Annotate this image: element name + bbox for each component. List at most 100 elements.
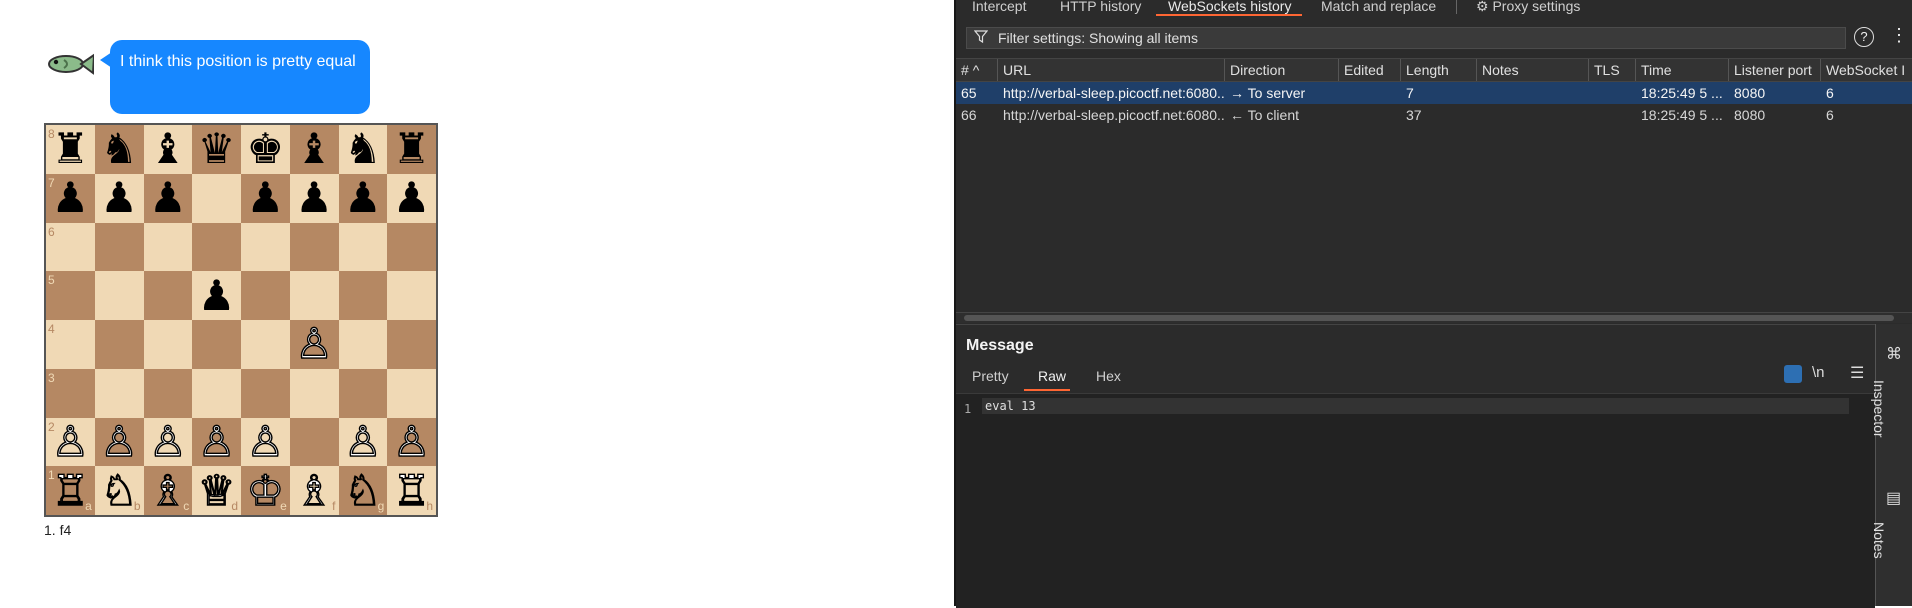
chess-square[interactable]: 6 xyxy=(46,222,95,272)
table-row[interactable]: 66 http://verbal-sleep.picoctf.net:6080.… xyxy=(956,104,1912,126)
white-p-piece-icon[interactable]: ♙ xyxy=(392,420,431,463)
white-r-piece-icon[interactable]: ♖ xyxy=(392,468,431,511)
chess-square[interactable] xyxy=(338,368,388,418)
inspector-icon[interactable]: ⌘ xyxy=(1886,344,1902,364)
chess-square[interactable] xyxy=(94,320,144,369)
column-url[interactable]: URL xyxy=(998,59,1225,81)
chess-square[interactable]: ♙ xyxy=(94,417,144,467)
black-p-piece-icon[interactable]: ♟ xyxy=(344,177,382,219)
chess-square[interactable]: ♟ xyxy=(143,173,193,223)
white-p-piece-icon[interactable]: ♙ xyxy=(100,420,139,463)
message-content[interactable]: eval 13 xyxy=(982,398,1849,414)
white-n-piece-icon[interactable]: ♘ xyxy=(343,468,382,511)
white-p-piece-icon[interactable]: ♙ xyxy=(246,420,285,463)
chess-square[interactable]: d ♕ xyxy=(192,466,241,515)
chess-square[interactable] xyxy=(192,368,241,418)
menu-icon[interactable]: ☰ xyxy=(1850,363,1864,383)
chess-square[interactable]: 8 ♜ xyxy=(46,125,95,174)
message-editor[interactable]: 1 eval 13 xyxy=(956,393,1875,608)
chess-square[interactable]: ♙ xyxy=(241,417,290,467)
black-p-piece-icon[interactable]: ♟ xyxy=(247,177,285,219)
chess-square[interactable]: ♟ xyxy=(387,173,436,223)
chess-square[interactable]: ♟ xyxy=(192,271,241,320)
chess-square[interactable]: 7 ♟ xyxy=(46,173,95,223)
black-r-piece-icon[interactable]: ♜ xyxy=(52,128,90,170)
chess-square[interactable] xyxy=(94,222,144,272)
chess-square[interactable]: 5 xyxy=(46,271,95,320)
column-notes[interactable]: Notes xyxy=(1477,59,1589,81)
white-n-piece-icon[interactable]: ♘ xyxy=(100,468,139,511)
horizontal-scrollbar[interactable] xyxy=(956,312,1912,323)
chess-square[interactable]: f ♗ xyxy=(289,466,339,515)
chess-square[interactable]: ♟ xyxy=(94,173,144,223)
chess-square[interactable]: ♙ xyxy=(192,417,241,467)
chess-square[interactable] xyxy=(241,320,290,369)
chess-square[interactable]: 3 xyxy=(46,368,95,418)
white-p-piece-icon[interactable]: ♙ xyxy=(51,420,90,463)
help-icon[interactable]: ? xyxy=(1854,27,1874,47)
tab-http-history[interactable]: HTTP history xyxy=(1060,0,1141,16)
chessboard[interactable]: 8 ♜ ♞ ♝ ♛ ♚ ♝ ♞ ♜ 7 ♟ ♟ ♟ ♟ ♟ ♟ ♟ 6 5 ♟ 4 ♙ 3 2 ♙ ♙ ♙ ♙ ♙ ♙ ♙ 1 a ♖ b ♘ c ♗ d ♕… xyxy=(44,123,438,517)
chess-square[interactable] xyxy=(94,271,144,320)
black-p-piece-icon[interactable]: ♟ xyxy=(149,177,187,219)
tab-proxy-settings[interactable]: ⚙ Proxy settings xyxy=(1476,0,1580,16)
chess-square[interactable] xyxy=(241,222,290,272)
chess-square[interactable]: e ♔ xyxy=(241,466,290,515)
column-id[interactable]: # ^ xyxy=(956,59,998,81)
chess-square[interactable] xyxy=(387,368,436,418)
tab-intercept[interactable]: Intercept xyxy=(972,0,1026,16)
black-b-piece-icon[interactable]: ♝ xyxy=(295,128,333,170)
chess-square[interactable]: 2 ♙ xyxy=(46,417,95,467)
tab-pretty[interactable]: Pretty xyxy=(972,368,1009,384)
chess-square[interactable]: ♞ xyxy=(94,125,144,174)
black-p-piece-icon[interactable]: ♟ xyxy=(52,177,90,219)
black-n-piece-icon[interactable]: ♞ xyxy=(100,128,138,170)
table-row[interactable]: 65 http://verbal-sleep.picoctf.net:6080.… xyxy=(956,82,1912,104)
black-n-piece-icon[interactable]: ♞ xyxy=(344,128,382,170)
chess-square[interactable] xyxy=(192,222,241,272)
tab-hex[interactable]: Hex xyxy=(1096,368,1121,384)
white-q-piece-icon[interactable]: ♕ xyxy=(197,468,236,511)
chess-square[interactable]: ♝ xyxy=(143,125,193,174)
notes-icon[interactable]: ▤ xyxy=(1886,488,1901,508)
black-q-piece-icon[interactable]: ♛ xyxy=(198,128,236,170)
column-length[interactable]: Length xyxy=(1401,59,1477,81)
chess-square[interactable] xyxy=(94,368,144,418)
white-b-piece-icon[interactable]: ♗ xyxy=(148,468,187,511)
chess-square[interactable] xyxy=(387,222,436,272)
chess-square[interactable] xyxy=(143,222,193,272)
white-p-piece-icon[interactable]: ♙ xyxy=(295,322,334,365)
chess-square[interactable]: ♚ xyxy=(241,125,290,174)
chess-square[interactable]: ♙ xyxy=(143,417,193,467)
white-p-piece-icon[interactable]: ♙ xyxy=(197,420,236,463)
chess-square[interactable] xyxy=(387,271,436,320)
chess-square[interactable] xyxy=(289,222,339,272)
column-direction[interactable]: Direction xyxy=(1225,59,1339,81)
chess-square[interactable] xyxy=(241,368,290,418)
chess-square[interactable]: ♟ xyxy=(289,173,339,223)
white-p-piece-icon[interactable]: ♙ xyxy=(148,420,187,463)
black-r-piece-icon[interactable]: ♜ xyxy=(393,128,431,170)
black-p-piece-icon[interactable]: ♟ xyxy=(393,177,431,219)
column-listener-port[interactable]: Listener port xyxy=(1729,59,1821,81)
chess-square[interactable] xyxy=(387,320,436,369)
scrollbar-thumb[interactable] xyxy=(964,315,1894,321)
chess-square[interactable]: ♟ xyxy=(338,173,388,223)
tab-raw[interactable]: Raw xyxy=(1024,368,1070,391)
chess-square[interactable]: h ♖ xyxy=(387,466,436,515)
chess-square[interactable] xyxy=(338,320,388,369)
chess-square[interactable]: g ♘ xyxy=(338,466,388,515)
white-r-piece-icon[interactable]: ♖ xyxy=(51,468,90,511)
chess-square[interactable]: ♟ xyxy=(241,173,290,223)
chess-square[interactable]: ♛ xyxy=(192,125,241,174)
tab-match-and-replace[interactable]: Match and replace xyxy=(1321,0,1436,16)
chess-square[interactable]: ♙ xyxy=(387,417,436,467)
chess-square[interactable] xyxy=(192,173,241,223)
chess-square[interactable] xyxy=(143,271,193,320)
filter-settings-bar[interactable]: Filter settings: Showing all items xyxy=(966,27,1846,49)
white-k-piece-icon[interactable]: ♔ xyxy=(246,468,285,511)
black-b-piece-icon[interactable]: ♝ xyxy=(149,128,187,170)
column-time[interactable]: Time xyxy=(1636,59,1729,81)
column-tls[interactable]: TLS xyxy=(1589,59,1636,81)
black-p-piece-icon[interactable]: ♟ xyxy=(100,177,138,219)
